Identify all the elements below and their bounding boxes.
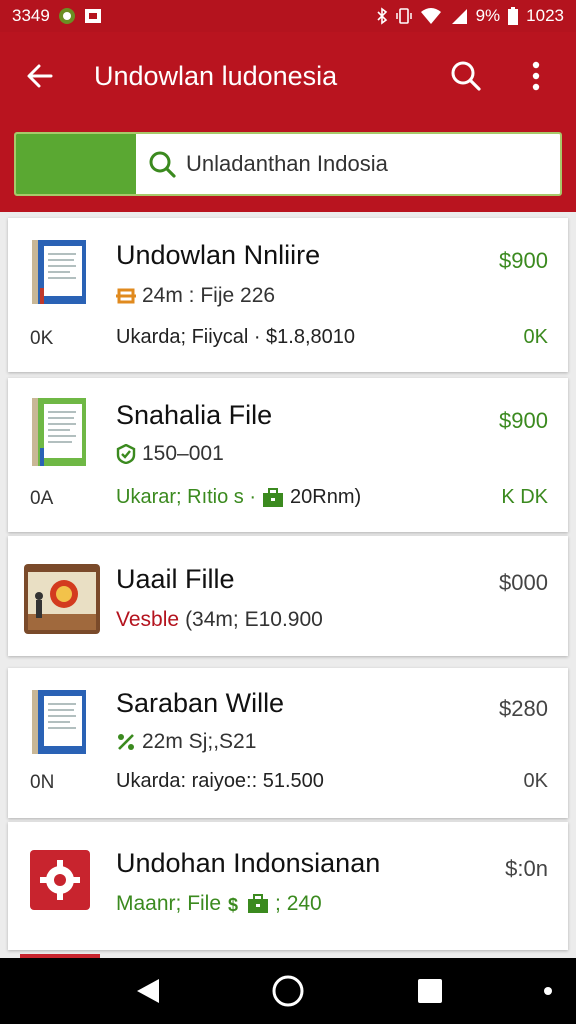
- triangle-back-icon: [137, 979, 159, 1003]
- screen: 3349 9% 1023 Undowlan ludonesia Unladant…: [0, 0, 576, 1024]
- item-subtitle: Vesble (34m; E10.900: [116, 608, 323, 632]
- item-left-label: 0N: [30, 772, 55, 793]
- briefcase-icon: [263, 487, 284, 507]
- nav-recents-button[interactable]: [412, 973, 448, 1009]
- item-price: $280: [499, 696, 548, 721]
- app-thumbnail-icon: [30, 848, 90, 917]
- item-meta-value: 20Rnm): [290, 486, 362, 508]
- item-subtitle-text: 150–001: [142, 442, 224, 465]
- list-item[interactable]: Uaail Fille $000 Vesble (34m; E10.900: [8, 536, 568, 656]
- item-meta: Ukarar; Rıtio s · 20Rnm): [116, 486, 361, 509]
- app-bar: Undowlan ludonesia: [0, 32, 576, 120]
- search-button[interactable]: [444, 54, 488, 98]
- item-subtitle-value: ; 240: [275, 892, 322, 915]
- vibrate-icon: [395, 7, 412, 25]
- battery-percent: 9%: [475, 6, 501, 25]
- svg-text:$: $: [228, 895, 238, 914]
- search-field-icon: [149, 151, 176, 178]
- item-left-label: 0A: [30, 488, 54, 509]
- percent-icon: [118, 734, 134, 750]
- item-status: 0K: [523, 770, 548, 792]
- size-icon: [116, 288, 136, 304]
- square-recents-icon: [418, 979, 442, 1003]
- item-subtitle: Maanr; File $ ; 240: [116, 892, 322, 916]
- item-subtitle: 22m Sj;,S21: [116, 730, 256, 754]
- item-title: Undowlan Nnliire: [116, 240, 321, 270]
- list-item[interactable]: Undowlan Nnliire $900 24m : Fije 226 0K …: [8, 218, 568, 372]
- back-button[interactable]: [18, 54, 62, 98]
- page-title: Undowlan ludonesia: [94, 60, 338, 91]
- item-subtitle-text: (34m; E10.900: [185, 608, 323, 631]
- search-icon: [451, 61, 481, 91]
- item-title: Uaail Fille: [116, 564, 235, 594]
- item-subtitle-text: 24m : Fije 226: [142, 284, 276, 307]
- wifi-icon: [420, 7, 442, 25]
- item-meta: Ukarda: raiyoe:: 51.500: [116, 770, 324, 792]
- image-notification-icon: [84, 8, 102, 24]
- document-thumbnail-icon: [30, 396, 88, 473]
- item-subtitle: 24m : Fije 226: [116, 284, 275, 308]
- arrow-left-icon: [27, 64, 53, 88]
- search-accent: [16, 134, 136, 194]
- item-title: Snahalia File: [116, 400, 273, 430]
- document-thumbnail-icon: [30, 238, 88, 311]
- status-bar: 3349 9% 1023: [0, 0, 576, 32]
- bluetooth-icon: [376, 7, 388, 25]
- item-title: Saraban Wille: [116, 688, 285, 718]
- item-subtitle: 150–001: [116, 442, 224, 466]
- item-subtitle-text: 22m Sj;,S21: [142, 730, 257, 753]
- item-price: $900: [499, 408, 548, 433]
- nav-back-button[interactable]: [130, 973, 166, 1009]
- app-notification-icon: [58, 7, 76, 25]
- item-left-label: 0K: [30, 328, 54, 349]
- search-input[interactable]: Unladanthan Indosia: [136, 134, 560, 194]
- signal-icon: [450, 7, 468, 25]
- more-vert-icon: [532, 61, 540, 91]
- photo-thumbnail-icon: [24, 564, 100, 639]
- dollar-icon: $: [228, 895, 238, 914]
- briefcase-icon: [248, 894, 269, 913]
- status-clock: 1023: [526, 6, 564, 25]
- item-meta: Ukarda; Fiiycal · $1.8,8010: [116, 326, 356, 348]
- system-nav-bar: [0, 958, 576, 1024]
- overflow-menu-button[interactable]: [514, 54, 558, 98]
- dot-icon: [544, 987, 552, 995]
- list-item[interactable]: Undohan Indonsianan $:0n Maanr; File $ ;…: [8, 822, 568, 950]
- item-price: $900: [499, 248, 548, 273]
- item-meta-text: Ukarar; Rıtio s ·: [116, 486, 257, 508]
- item-subtitle-text: Maanr; File: [116, 892, 222, 915]
- item-visibility: Vesble: [116, 608, 180, 631]
- nav-home-button[interactable]: [270, 973, 306, 1009]
- item-status: 0K: [523, 326, 548, 348]
- nav-dot: [530, 973, 566, 1009]
- list-item[interactable]: Saraban Wille $280 22m Sj;,S21 0N Ukarda…: [8, 668, 568, 818]
- search-strip: Unladanthan Indosia: [0, 120, 576, 212]
- item-price: $000: [499, 570, 548, 595]
- verified-icon: [116, 444, 136, 464]
- list-item[interactable]: Snahalia File $900 150–001 0A Ukarar; Rı…: [8, 378, 568, 532]
- item-status: K DK: [501, 486, 548, 508]
- status-time: 3349: [12, 6, 50, 25]
- document-thumbnail-icon: [30, 688, 88, 761]
- search-box[interactable]: Unladanthan Indosia: [14, 132, 562, 196]
- item-title: Undohan Indonsianan: [116, 848, 381, 878]
- item-price: $:0n: [505, 856, 548, 881]
- battery-icon: [508, 7, 519, 25]
- circle-home-icon: [272, 975, 304, 1007]
- search-value: Unladanthan Indosia: [186, 151, 388, 176]
